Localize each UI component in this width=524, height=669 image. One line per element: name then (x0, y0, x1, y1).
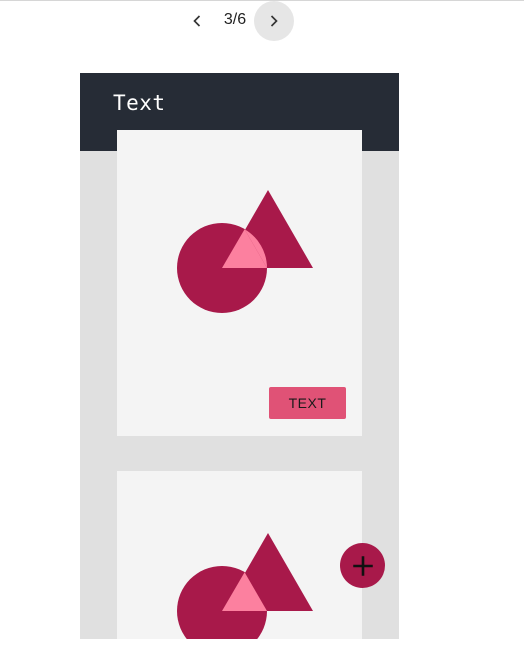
app-bar-title: Text (113, 91, 166, 115)
card[interactable]: TEXT (117, 130, 362, 436)
plus-icon (352, 555, 373, 576)
next-page-button[interactable] (254, 1, 294, 41)
add-fab-button[interactable] (340, 543, 385, 588)
card[interactable] (117, 471, 362, 639)
app-preview: Text TEXT (80, 73, 399, 639)
card-text-button[interactable]: TEXT (269, 387, 346, 419)
shapes-illustration-icon (177, 190, 313, 313)
shapes-illustration-icon (177, 533, 313, 639)
chevron-right-icon (270, 15, 278, 27)
chevron-left-icon (193, 15, 201, 27)
previous-page-button[interactable] (177, 1, 217, 41)
page-navigator: 3/6 (0, 0, 524, 42)
page-counter: 3/6 (223, 11, 247, 28)
